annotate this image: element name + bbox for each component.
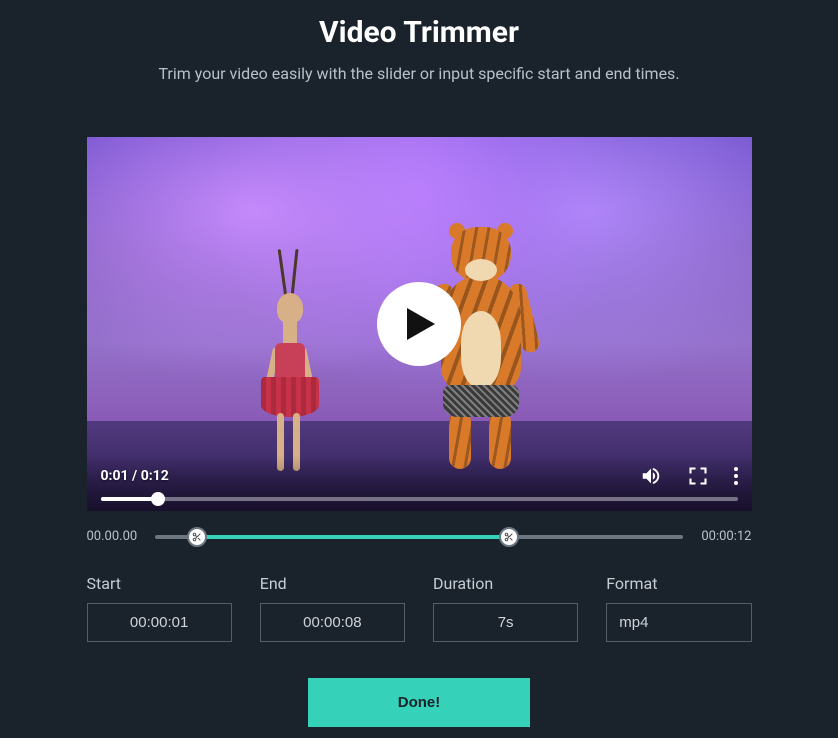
trim-handle-start[interactable] <box>187 527 207 547</box>
scissors-icon <box>504 532 514 542</box>
video-character-gazelle <box>257 255 337 475</box>
volume-icon[interactable] <box>640 465 662 487</box>
format-input[interactable] <box>606 603 751 642</box>
scissors-icon <box>192 532 202 542</box>
time-display: 0:01 / 0:12 <box>101 468 169 484</box>
video-progress-knob[interactable] <box>151 492 165 506</box>
video-player[interactable]: 0:01 / 0:12 <box>87 137 752 511</box>
form-row: Start End Duration Format <box>87 574 752 642</box>
page-subtitle: Trim your video easily with the slider o… <box>0 64 838 83</box>
video-progress-bar[interactable] <box>101 497 738 501</box>
trim-row: 00.00.00 00:00:12 <box>87 529 752 544</box>
trim-max-label: 00:00:12 <box>701 529 751 544</box>
video-controls-bar: 0:01 / 0:12 <box>87 455 752 511</box>
more-options-icon[interactable] <box>734 467 738 485</box>
trim-min-label: 00.00.00 <box>87 529 138 544</box>
play-icon <box>407 308 435 340</box>
page-title: Video Trimmer <box>0 0 838 50</box>
trim-selected-range <box>197 535 509 539</box>
play-button[interactable] <box>377 282 461 366</box>
duration-label: Duration <box>433 574 578 593</box>
end-input[interactable] <box>260 603 405 642</box>
done-button[interactable]: Done! <box>308 678 531 727</box>
trim-handle-end[interactable] <box>499 527 519 547</box>
video-progress-fill <box>101 497 158 501</box>
format-label: Format <box>606 574 751 593</box>
start-label: Start <box>87 574 232 593</box>
trim-slider[interactable] <box>155 535 683 539</box>
start-input[interactable] <box>87 603 232 642</box>
fullscreen-icon[interactable] <box>688 466 708 486</box>
duration-input[interactable] <box>433 603 578 642</box>
end-label: End <box>260 574 405 593</box>
